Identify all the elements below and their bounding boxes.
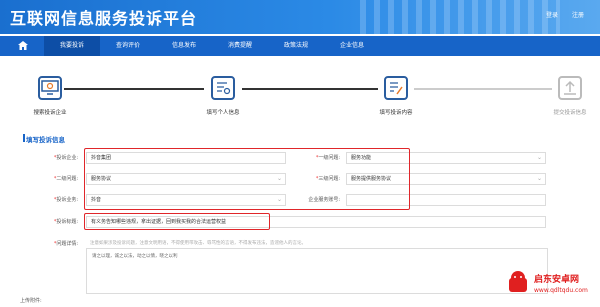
chevron-down-icon: ⌄ xyxy=(536,154,542,161)
user-form-icon xyxy=(211,76,235,100)
watermark-url: www.qdltqdu.com xyxy=(534,287,588,294)
monitor-search-icon xyxy=(38,76,62,100)
tab-policy[interactable]: 政策法规 xyxy=(268,36,324,56)
step-connector xyxy=(64,88,204,90)
detail-label: *问题详情: xyxy=(53,241,78,247)
step-label: 填写个人信息 xyxy=(206,110,240,116)
register-link[interactable]: 注册 xyxy=(572,10,584,19)
upload-icon xyxy=(558,76,582,100)
tab-complaint[interactable]: 我要投诉 xyxy=(44,36,100,56)
home-icon[interactable] xyxy=(12,36,34,56)
section-title: 填写投诉信息 xyxy=(26,136,65,144)
company-label: *投诉企业: xyxy=(53,155,78,161)
site-title: 互联网信息服务投诉平台 xyxy=(10,9,198,28)
section-bar xyxy=(23,134,25,142)
step-label: 搜索投诉企业 xyxy=(33,110,67,116)
highlight-box xyxy=(84,148,410,210)
step-connector xyxy=(414,88,552,90)
header-bar: 互联网信息服务投诉平台 登录 注册 xyxy=(0,0,600,34)
android-icon xyxy=(509,271,527,292)
highlight-box xyxy=(84,213,270,230)
attach-label: 上传附件: xyxy=(20,298,42,304)
login-link[interactable]: 登录 xyxy=(546,10,558,19)
business-label: *投诉业务: xyxy=(53,197,78,203)
watermark-logo: 启东安卓网 www.qdltqdu.com xyxy=(506,268,596,302)
step-label: 提交投诉信息 xyxy=(553,110,587,116)
main-nav: 我要投诉 查询评价 信息发布 消费提醒 政策法规 企业信息 xyxy=(0,36,600,56)
detail-hint: 注意如果涉及投诉问题，注意文明用语，不得使用带攻击、辱骂性的言语，不得发布违法，… xyxy=(90,241,306,246)
edit-document-icon xyxy=(384,76,408,100)
header-decoration xyxy=(360,0,560,34)
tab-info[interactable]: 信息发布 xyxy=(156,36,212,56)
level2-label: *二级问题: xyxy=(53,176,78,182)
detail-text: 请之以理，诚之以法，动之以情，晓之以利 xyxy=(92,254,178,259)
watermark-name: 启东安卓网 xyxy=(534,275,580,285)
step-label: 填写投诉内容 xyxy=(379,110,413,116)
step-connector xyxy=(242,88,378,90)
tab-company[interactable]: 企业信息 xyxy=(324,36,380,56)
progress-steps: 搜索投诉企业 填写个人信息 填写投诉内容 提交投诉信息 xyxy=(0,60,600,120)
tab-reminder[interactable]: 消费提醒 xyxy=(212,36,268,56)
subject-label: *投诉标题: xyxy=(53,219,78,225)
chevron-down-icon: ⌄ xyxy=(536,175,542,182)
tab-query[interactable]: 查询评价 xyxy=(100,36,156,56)
